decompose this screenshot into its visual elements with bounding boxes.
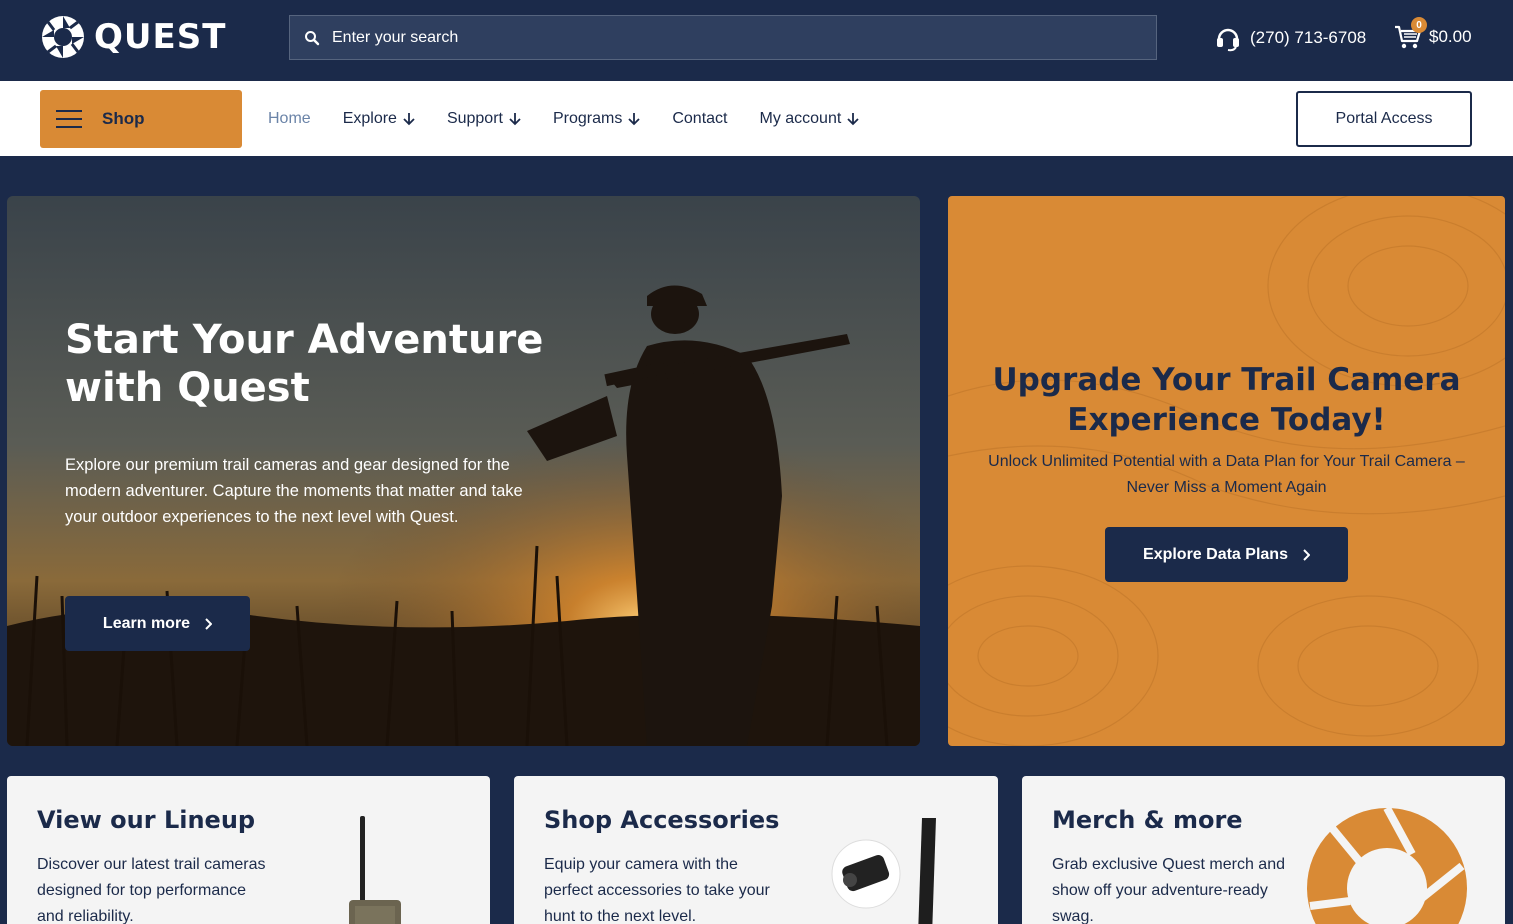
cart-count-badge: 0 — [1411, 17, 1427, 33]
cart-icon-wrap: 0 — [1393, 17, 1427, 52]
nav-item-explore[interactable]: Explore — [343, 110, 415, 128]
phone-number: (270) 713-6708 — [1250, 28, 1367, 47]
nav-label: Explore — [342, 109, 397, 127]
nav-label: Programs — [552, 109, 623, 127]
hero-title: Start Your Adventure with Quest — [65, 317, 544, 411]
arrow-down-icon — [847, 112, 859, 125]
chevron-right-icon — [205, 617, 213, 630]
nav-item-contact[interactable]: Contact — [672, 110, 727, 128]
nav-label: Support — [446, 109, 503, 127]
search-bar[interactable] — [289, 15, 1157, 60]
accessories-card[interactable]: Shop Accessories Equip your camera with … — [514, 776, 998, 924]
merch-card[interactable]: Merch & more Grab exclusive Quest merch … — [1022, 776, 1505, 924]
cart-total: $0.00 — [1429, 27, 1472, 46]
search-input[interactable] — [332, 28, 1132, 47]
aperture-logo-icon — [1307, 806, 1467, 924]
lineup-card[interactable]: View our Lineup Discover our latest trai… — [7, 776, 490, 924]
search-icon — [305, 30, 320, 45]
nav-item-programs[interactable]: Programs — [553, 110, 640, 128]
shop-label: Shop — [102, 109, 145, 128]
promo-title: Upgrade Your Trail Camera Experience Tod… — [992, 362, 1461, 438]
nav-label: Home — [268, 109, 311, 127]
data-plan-promo: Upgrade Your Trail Camera Experience Tod… — [948, 196, 1505, 746]
trail-camera-image — [349, 816, 401, 924]
phone-link[interactable]: (270) 713-6708 — [1214, 24, 1366, 52]
card-title: Merch & more — [1052, 806, 1243, 834]
nav-item-support[interactable]: Support — [447, 110, 521, 128]
hero-banner: Start Your Adventure with Quest Explore … — [7, 196, 920, 746]
top-header: QUEST (270) 713-6708 0 $0.00 — [0, 0, 1513, 81]
quest-logo[interactable]: QUEST — [40, 13, 226, 61]
card-text: Grab exclusive Quest merch and show off … — [1052, 856, 1285, 924]
portal-access-button[interactable]: Portal Access — [1296, 91, 1472, 147]
hero-description: Explore our premium trail cameras and ge… — [65, 456, 523, 526]
card-text: Discover our latest trail cameras design… — [37, 856, 266, 924]
main-navbar: Shop Home Explore Support Programs Conta… — [0, 81, 1513, 156]
nav-label: Contact — [672, 109, 728, 127]
headset-icon — [1217, 28, 1239, 52]
cart-button[interactable]: 0 $0.00 — [1393, 17, 1472, 52]
shop-menu-button[interactable]: Shop — [40, 90, 242, 148]
chevron-right-icon — [1303, 548, 1310, 561]
explore-data-plans-label: Explore Data Plans — [1143, 545, 1288, 563]
card-title: View our Lineup — [37, 806, 256, 834]
aperture-logo-icon — [42, 16, 84, 58]
logo-text: QUEST — [94, 17, 227, 57]
promo-subtitle: Unlock Unlimited Potential with a Data P… — [988, 453, 1465, 496]
nav-item-my-account[interactable]: My account — [759, 110, 859, 128]
explore-data-plans-button[interactable]: Explore Data Plans — [1105, 527, 1348, 582]
hamburger-icon — [56, 110, 82, 128]
antenna-accessory-image — [831, 818, 936, 924]
learn-more-button[interactable]: Learn more — [65, 596, 250, 651]
arrow-down-icon — [509, 112, 521, 125]
card-title: Shop Accessories — [544, 806, 780, 834]
card-text: Equip your camera with the perfect acces… — [544, 856, 770, 924]
nav-label: My account — [759, 109, 842, 127]
nav-item-home[interactable]: Home — [268, 110, 311, 128]
nav-menu: Home Explore Support Programs Contact My… — [268, 81, 891, 156]
arrow-down-icon — [403, 112, 415, 125]
arrow-down-icon — [628, 112, 640, 125]
learn-more-label: Learn more — [102, 614, 191, 632]
